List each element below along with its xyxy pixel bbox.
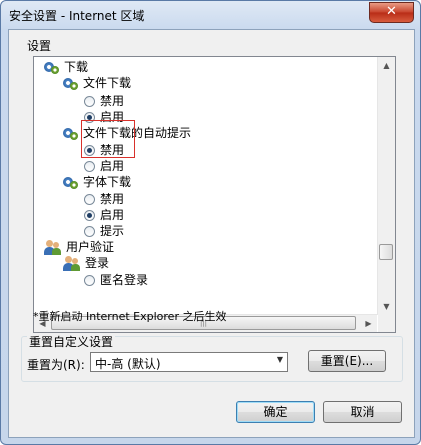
tree-item-download[interactable]: 下载: [44, 59, 88, 75]
tree-item-user-auth[interactable]: 用户验证: [44, 239, 114, 255]
tree-item-label: 登录: [85, 256, 110, 270]
title-bar[interactable]: 安全设置 - Internet 区域 ✕: [1, 1, 420, 29]
tree-item-logon[interactable]: 登录: [63, 255, 109, 271]
radio-font-download-enable[interactable]: 启用: [84, 207, 124, 223]
vertical-scrollbar[interactable]: ▲ ▼: [377, 57, 395, 315]
settings-gear-icon: [63, 126, 79, 140]
radio-label: 匿名登录: [100, 273, 149, 287]
settings-tree[interactable]: 下载 文件下载 禁用 启用 文件下载的自动提示 禁用 启用 字体下载 禁用 启用…: [33, 56, 396, 333]
highlight-annotation-box: [81, 120, 135, 158]
settings-label: 设置: [27, 39, 52, 53]
window-title: 安全设置 - Internet 区域: [9, 9, 145, 23]
reset-to-label: 重置为(R):: [27, 358, 85, 372]
scroll-down-arrow-icon[interactable]: ▼: [378, 298, 395, 315]
restart-note: *重新启动 Internet Explorer 之后生效: [33, 310, 227, 323]
security-level-dropdown[interactable]: 中-高 (默认) ▼: [90, 352, 288, 372]
vertical-scroll-thumb[interactable]: [379, 244, 393, 260]
radio-font-download-disable[interactable]: 禁用: [84, 191, 124, 207]
settings-gear-icon: [63, 175, 79, 189]
settings-gear-icon: [44, 60, 60, 74]
radio-label: 启用: [100, 159, 125, 173]
tree-item-font-download[interactable]: 字体下载: [63, 174, 131, 190]
radio-label: 禁用: [100, 94, 125, 108]
radio-label: 启用: [100, 208, 125, 222]
tree-item-label: 下载: [64, 60, 89, 74]
radio-label: 提示: [100, 224, 125, 238]
radio-button[interactable]: [84, 160, 95, 172]
radio-button[interactable]: [84, 95, 95, 107]
radio-anonymous-logon[interactable]: 匿名登录: [84, 272, 148, 288]
scroll-up-arrow-icon[interactable]: ▲: [378, 57, 395, 74]
tree-item-label: 用户验证: [66, 240, 115, 254]
scrollbar-corner: [378, 315, 395, 332]
radio-button[interactable]: [84, 225, 95, 237]
radio-auto-prompt-enable[interactable]: 启用: [84, 158, 124, 174]
radio-font-download-prompt[interactable]: 提示: [84, 223, 124, 239]
radio-button[interactable]: [84, 274, 95, 286]
users-icon: [44, 239, 62, 255]
tree-item-file-download[interactable]: 文件下载: [63, 75, 131, 91]
tree-item-label: 文件下载: [83, 76, 132, 90]
settings-gear-icon: [63, 76, 79, 90]
tree-item-label: 字体下载: [83, 175, 132, 189]
radio-file-download-disable[interactable]: 禁用: [84, 93, 124, 109]
radio-label: 禁用: [100, 192, 125, 206]
ok-button[interactable]: 确定: [236, 401, 315, 423]
reset-group-title: 重置自定义设置: [27, 333, 116, 350]
cancel-button[interactable]: 取消: [323, 401, 402, 423]
scroll-right-arrow-icon[interactable]: ▶: [360, 315, 377, 332]
users-icon: [63, 255, 81, 271]
radio-button[interactable]: [84, 193, 95, 205]
dropdown-selected-value: 中-高 (默认): [95, 357, 161, 371]
reset-button[interactable]: 重置(E)...: [308, 350, 386, 372]
close-button[interactable]: ✕: [369, 2, 414, 23]
dialog-body: 设置 下载 文件下载 禁用 启用 文件下载的自动提示 禁用 启用 字体下载 禁用…: [8, 29, 415, 438]
chevron-down-icon[interactable]: ▼: [277, 355, 283, 364]
security-settings-dialog: 安全设置 - Internet 区域 ✕ 设置 下载 文件下载 禁用 启用 文件…: [0, 0, 421, 445]
radio-button-selected[interactable]: [84, 209, 95, 221]
